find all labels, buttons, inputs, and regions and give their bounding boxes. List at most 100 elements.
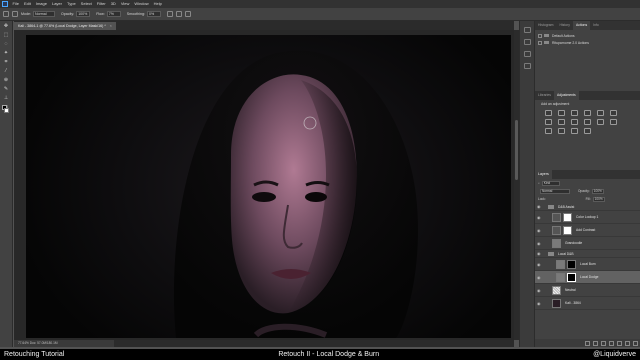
layer-row[interactable]: ◉ Color Lookup 1 [535, 211, 640, 224]
menu-select[interactable]: Select [78, 0, 94, 8]
tab-histogram[interactable]: Histogram [535, 21, 556, 30]
menu-layer[interactable]: Layer [49, 0, 64, 8]
new-layer-icon[interactable] [625, 340, 630, 346]
checkbox-icon[interactable] [538, 33, 542, 38]
brush-settings-icon[interactable] [12, 11, 18, 17]
crop-tool-icon[interactable]: ⌗ [2, 59, 11, 66]
background-color-swatch[interactable] [4, 108, 9, 113]
lasso-tool-icon[interactable]: ◌ [2, 41, 11, 48]
checkbox-icon[interactable] [538, 40, 542, 45]
eye-icon[interactable]: ◉ [537, 262, 542, 267]
channel-mixer-icon[interactable] [584, 119, 591, 125]
action-set-row[interactable]: Rituparnome 2.0 Actions [538, 39, 637, 46]
clone-stamp-tool-icon[interactable]: ⊥ [2, 95, 11, 102]
brightness-contrast-icon[interactable] [545, 110, 552, 116]
magic-wand-tool-icon[interactable]: ✦ [2, 50, 11, 57]
color-balance-icon[interactable] [545, 119, 552, 125]
posterize-icon[interactable] [545, 128, 552, 134]
history-panel-icon[interactable] [523, 27, 531, 33]
adjustments-hint: Add an adjustment [541, 102, 570, 106]
smoothing-input[interactable]: 0% [146, 11, 161, 17]
layer-row[interactable]: ◉ Grandoodle [535, 237, 640, 250]
selective-color-icon[interactable] [584, 128, 591, 134]
blend-mode-select[interactable]: Normal [540, 188, 570, 194]
exposure-icon[interactable] [584, 110, 591, 116]
eye-icon[interactable]: ◉ [537, 215, 542, 220]
photo-filter-icon[interactable] [571, 119, 578, 125]
mask-thumbnail[interactable] [567, 259, 576, 269]
brush-tool-preset-icon[interactable] [3, 11, 9, 17]
fill-input[interactable]: 100% [592, 196, 605, 202]
marquee-tool-icon[interactable]: ⬚ [2, 32, 11, 39]
menu-help[interactable]: Help [151, 0, 164, 8]
healing-brush-tool-icon[interactable]: ⊕ [2, 77, 11, 84]
tab-actions[interactable]: Actions [573, 21, 591, 30]
layer-row[interactable]: ◉ D&B Assist [535, 203, 640, 211]
menu-3d[interactable]: 3D [108, 0, 118, 8]
close-icon[interactable]: × [110, 22, 112, 30]
invert-icon[interactable] [610, 119, 617, 125]
symmetry-icon[interactable] [184, 11, 191, 17]
adjustment-layer-icon[interactable] [609, 340, 614, 346]
mask-thumbnail[interactable] [563, 225, 572, 235]
menu-file[interactable]: File [10, 0, 21, 8]
link-icon[interactable] [585, 340, 590, 346]
gradient-map-icon[interactable] [571, 128, 578, 134]
eye-icon[interactable]: ◉ [537, 241, 542, 246]
menu-type[interactable]: Type [65, 0, 79, 8]
hue-saturation-icon[interactable] [610, 110, 617, 116]
layer-row-selected[interactable]: ◉ Local Dodge [535, 271, 640, 284]
tab-layers[interactable]: Layers [535, 170, 552, 179]
eye-icon[interactable]: ◉ [537, 288, 542, 293]
eye-icon[interactable]: ◉ [537, 251, 542, 256]
canvas-area[interactable] [14, 30, 514, 340]
menu-filter[interactable]: Filter [94, 0, 108, 8]
move-tool-icon[interactable]: ✥ [2, 23, 11, 30]
add-mask-icon[interactable] [601, 340, 606, 346]
tab-info[interactable]: Info [590, 21, 602, 30]
layer-row[interactable]: ◉ Neutral [535, 284, 640, 297]
properties-panel-icon[interactable] [523, 39, 531, 45]
mask-thumbnail[interactable] [563, 212, 572, 222]
paragraph-panel-icon[interactable] [523, 51, 531, 57]
pressure-icon[interactable] [175, 11, 182, 17]
fx-icon[interactable] [593, 340, 598, 346]
levels-icon[interactable] [558, 110, 565, 116]
vibrance-icon[interactable] [597, 110, 604, 116]
menu-view[interactable]: View [118, 0, 132, 8]
action-set-row[interactable]: Default Actions [538, 32, 637, 39]
tab-adjustments[interactable]: Adjustments [554, 91, 579, 100]
scroll-thumb[interactable] [515, 120, 518, 180]
mode-select[interactable]: Normal [33, 11, 55, 17]
eyedropper-tool-icon[interactable]: ⁄ [2, 68, 11, 75]
menu-image[interactable]: Image [33, 0, 49, 8]
document-tab[interactable]: Kali - 3864-1 @ 77.6% (Local Dodge, Laye… [14, 22, 116, 30]
eye-icon[interactable]: ◉ [537, 301, 542, 306]
eye-icon[interactable]: ◉ [537, 275, 542, 280]
new-group-icon[interactable] [617, 340, 622, 346]
brush-tool-icon[interactable]: ✎ [2, 86, 11, 93]
eye-icon[interactable]: ◉ [537, 204, 542, 209]
layer-opacity-input[interactable]: 100% [591, 188, 604, 194]
tab-history[interactable]: History [556, 21, 573, 30]
kind-select[interactable]: Kind [541, 180, 560, 186]
menu-edit[interactable]: Edit [21, 0, 33, 8]
layer-row[interactable]: ◉ Add Contrast [535, 224, 640, 237]
color-lookup-icon[interactable] [597, 119, 604, 125]
layer-row[interactable]: ◉ Local D&B [535, 250, 640, 258]
opacity-input[interactable]: 100% [76, 11, 91, 17]
flow-input[interactable]: 7% [106, 11, 121, 17]
eye-icon[interactable]: ◉ [537, 228, 542, 233]
layer-row[interactable]: ◉ Kali - 3864 [535, 297, 640, 310]
menu-window[interactable]: Window [132, 0, 151, 8]
gear-icon[interactable] [166, 11, 173, 17]
layer-row[interactable]: ◉ Local Burn [535, 258, 640, 271]
curves-icon[interactable] [571, 110, 578, 116]
tab-libraries[interactable]: Libraries [535, 91, 554, 100]
mask-thumbnail[interactable] [567, 272, 576, 282]
trash-icon[interactable] [633, 340, 638, 346]
black-white-icon[interactable] [558, 119, 565, 125]
character-panel-icon[interactable] [523, 63, 531, 69]
threshold-icon[interactable] [558, 128, 565, 134]
action-set-label: Default Actions [552, 33, 575, 38]
